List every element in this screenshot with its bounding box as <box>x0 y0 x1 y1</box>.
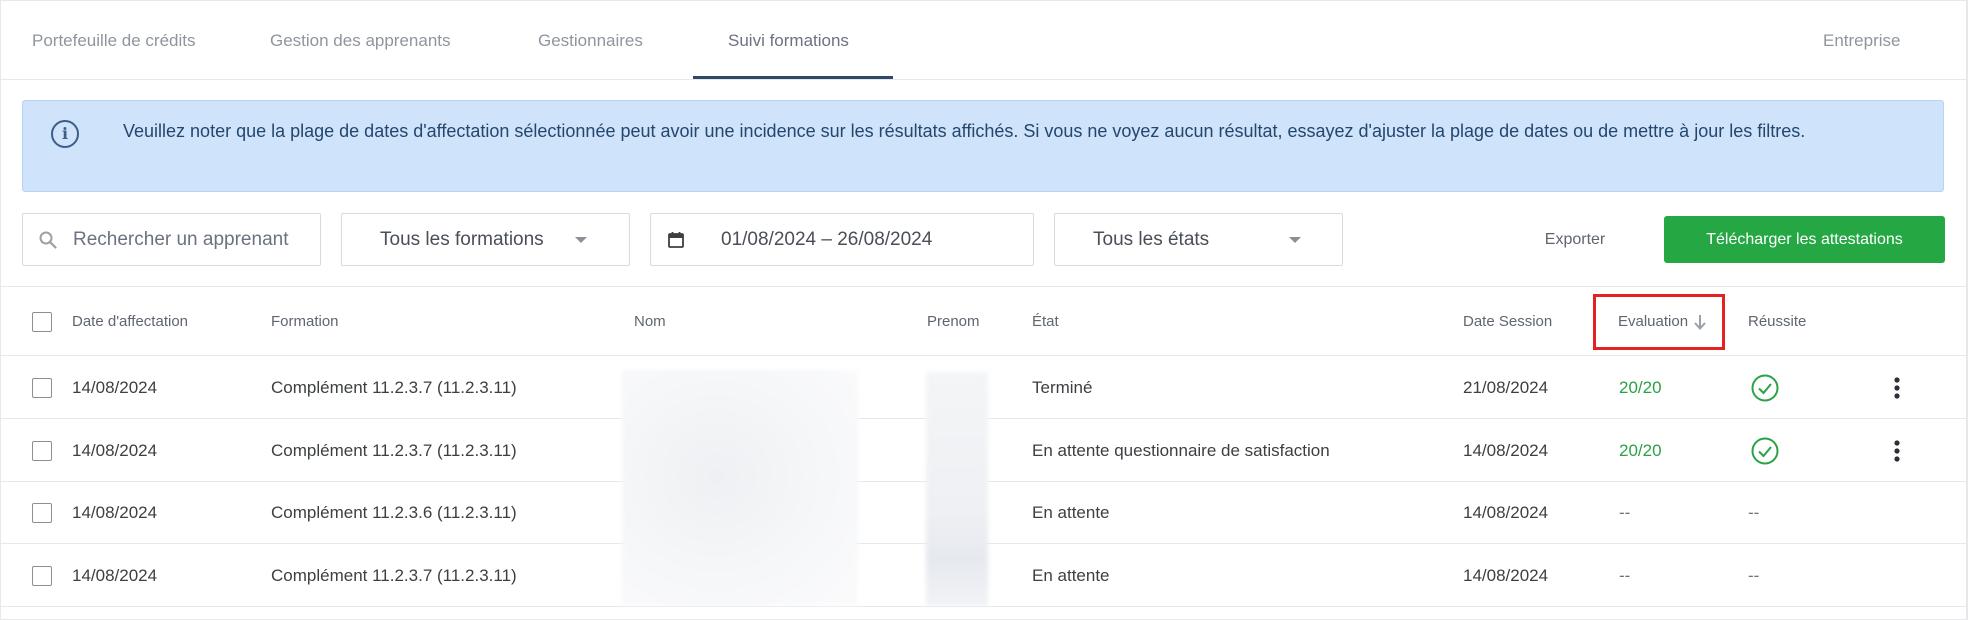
cell-formation: Complément 11.2.3.7 (11.2.3.11) <box>271 378 517 397</box>
cell-formation: Complément 11.2.3.7 (11.2.3.11) <box>271 441 517 460</box>
cell-date-session: 21/08/2024 <box>1463 378 1549 397</box>
row-checkbox[interactable] <box>32 441 52 461</box>
chevron-down-icon <box>575 237 587 243</box>
cell-date-affectation: 14/08/2024 <box>72 503 158 522</box>
cell-formation: Complément 11.2.3.6 (11.2.3.11) <box>271 503 517 522</box>
cell-evaluation: 20/20 <box>1619 378 1662 397</box>
row-checkbox[interactable] <box>32 566 52 586</box>
select-all-checkbox[interactable] <box>32 312 52 332</box>
info-icon: i <box>51 120 79 148</box>
header-etat[interactable]: État <box>1032 287 1059 357</box>
tab-gestion-apprenants[interactable]: Gestion des apprenants <box>270 0 451 80</box>
info-banner: i Veuillez noter que la plage de dates d… <box>22 100 1944 192</box>
row-checkbox[interactable] <box>32 378 52 398</box>
cell-evaluation: 20/20 <box>1619 441 1662 460</box>
info-banner-text: Veuillez noter que la plage de dates d'a… <box>123 121 1806 141</box>
header-prenom[interactable]: Prenom <box>927 287 980 357</box>
cell-etat: Terminé <box>1032 378 1093 397</box>
cell-evaluation: -- <box>1619 566 1631 585</box>
chevron-down-icon <box>1289 237 1301 243</box>
state-select-value: Tous les états <box>1093 229 1210 250</box>
formation-select-value: Tous les formations <box>380 229 544 250</box>
tab-suivi-formations[interactable]: Suivi formations <box>728 0 849 80</box>
header-reussite[interactable]: Réussite <box>1748 287 1806 357</box>
cell-date-session: 14/08/2024 <box>1463 441 1549 460</box>
calendar-icon <box>668 232 684 248</box>
formation-select[interactable]: Tous les formations <box>341 213 630 266</box>
download-certificates-button[interactable]: Télécharger les attestations <box>1664 216 1945 263</box>
date-range-picker[interactable]: 01/08/2024 – 26/08/2024 <box>650 213 1034 266</box>
tab-entreprise[interactable]: Entreprise <box>1823 0 1900 80</box>
cell-reussite: -- <box>1748 566 1760 585</box>
date-range-value: 01/08/2024 – 26/08/2024 <box>721 229 933 250</box>
more-vertical-icon[interactable] <box>1894 377 1900 399</box>
header-date-session[interactable]: Date Session <box>1463 287 1552 357</box>
export-button[interactable]: Exporter <box>1520 213 1630 266</box>
tab-bar: Portefeuille de crédits Gestion des appr… <box>0 0 1966 80</box>
redacted-nom-column <box>622 370 858 606</box>
cell-date-affectation: 14/08/2024 <box>72 441 158 460</box>
tab-portefeuille-credits[interactable]: Portefeuille de crédits <box>32 0 195 80</box>
cell-reussite: -- <box>1748 503 1760 522</box>
search-input[interactable] <box>73 224 313 256</box>
header-formation[interactable]: Formation <box>271 287 339 357</box>
cell-date-session: 14/08/2024 <box>1463 503 1549 522</box>
search-icon <box>39 231 57 249</box>
row-checkbox[interactable] <box>32 503 52 523</box>
cell-date-affectation: 14/08/2024 <box>72 378 158 397</box>
cell-date-affectation: 14/08/2024 <box>72 566 158 585</box>
cell-etat: En attente questionnaire de satisfaction <box>1032 441 1330 460</box>
search-box[interactable] <box>22 213 321 266</box>
more-vertical-icon[interactable] <box>1894 440 1900 462</box>
cell-etat: En attente <box>1032 503 1110 522</box>
state-select[interactable]: Tous les états <box>1054 213 1343 266</box>
header-nom[interactable]: Nom <box>634 287 666 357</box>
redacted-prenom-column <box>926 372 988 606</box>
cell-date-session: 14/08/2024 <box>1463 566 1549 585</box>
active-tab-indicator <box>693 76 893 79</box>
cell-evaluation: -- <box>1619 503 1631 522</box>
check-circle-icon <box>1751 437 1779 465</box>
cell-formation: Complément 11.2.3.7 (11.2.3.11) <box>271 566 517 585</box>
cell-etat: En attente <box>1032 566 1110 585</box>
check-circle-icon <box>1751 374 1779 402</box>
tab-gestionnaires[interactable]: Gestionnaires <box>538 0 643 80</box>
sort-descending-icon[interactable] <box>1692 313 1708 331</box>
header-date-affectation[interactable]: Date d'affectation <box>72 287 188 357</box>
